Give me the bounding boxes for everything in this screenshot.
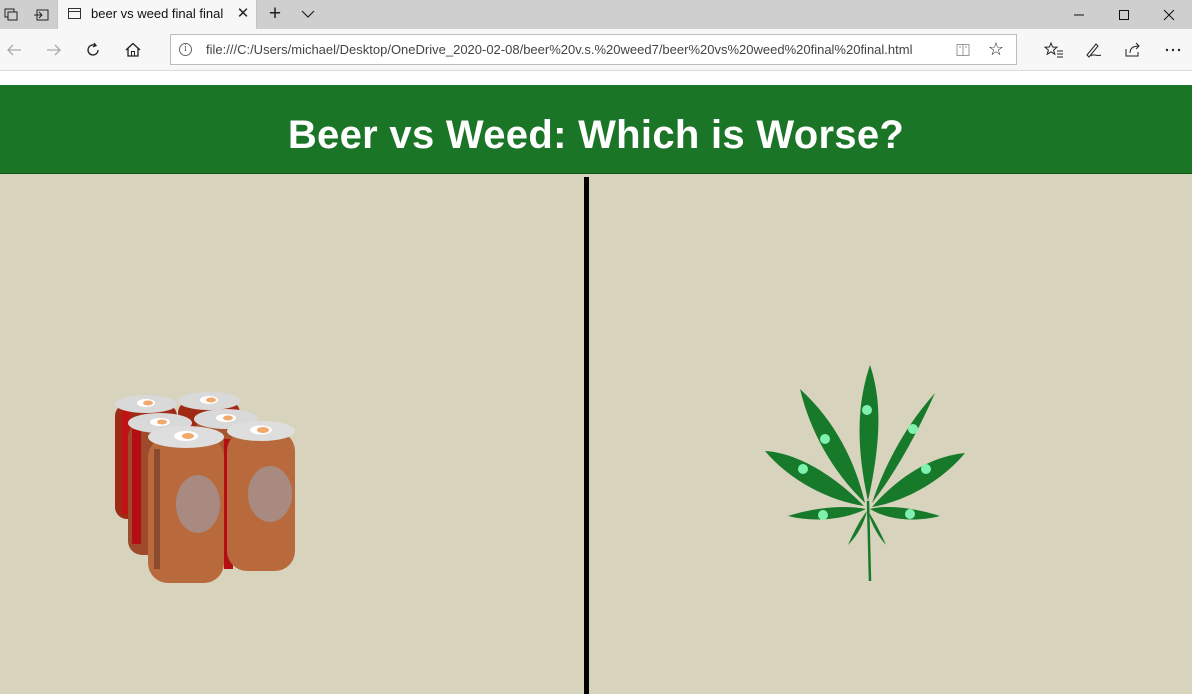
can-front-left xyxy=(148,426,224,583)
info-icon[interactable]: i xyxy=(179,43,192,56)
maximize-icon[interactable] xyxy=(1101,0,1147,29)
tab-strip: beer vs weed final final ✕ + xyxy=(0,0,1192,29)
tab-active[interactable]: beer vs weed final final ✕ xyxy=(57,0,257,29)
title-banner: Beer vs Weed: Which is Worse? xyxy=(0,85,1192,174)
cannabis-leaf-image xyxy=(760,361,970,586)
reading-view-icon[interactable] xyxy=(956,43,970,57)
set-aside-icon[interactable] xyxy=(30,4,52,26)
page-content: Beer vs Weed: Which is Worse? xyxy=(0,71,1192,694)
refresh-icon[interactable] xyxy=(82,39,104,61)
navigation-bar: i file:///C:/Users/michael/Desktop/OneDr… xyxy=(0,29,1192,71)
url-text[interactable]: file:///C:/Users/michael/Desktop/OneDriv… xyxy=(206,42,912,57)
leaflet-low-right xyxy=(870,507,940,520)
share-icon[interactable] xyxy=(1122,39,1144,61)
page-title: Beer vs Weed: Which is Worse? xyxy=(287,113,905,157)
divider-line xyxy=(584,177,589,694)
can-front-right xyxy=(227,421,295,571)
top-gap xyxy=(0,71,1192,85)
favorites-icon[interactable] xyxy=(1043,39,1065,61)
more-icon[interactable] xyxy=(1162,39,1184,61)
minimize-icon[interactable] xyxy=(1056,0,1102,29)
star-icon[interactable]: ☆ xyxy=(986,39,1006,59)
home-icon[interactable] xyxy=(122,39,144,61)
new-tab-icon[interactable]: + xyxy=(264,3,286,25)
forward-icon[interactable] xyxy=(43,39,65,61)
tab-title: beer vs weed final final xyxy=(91,6,224,21)
tab-preview-icon[interactable] xyxy=(0,4,22,26)
beer-six-pack-image xyxy=(110,389,300,589)
address-bar[interactable]: i file:///C:/Users/michael/Desktop/OneDr… xyxy=(170,34,1017,65)
leaflet-center xyxy=(859,365,879,501)
back-icon[interactable] xyxy=(3,39,25,61)
chevron-down-icon[interactable] xyxy=(298,4,318,24)
close-icon[interactable]: ✕ xyxy=(234,5,252,23)
page-icon xyxy=(68,8,81,19)
pen-icon[interactable] xyxy=(1083,39,1105,61)
close-window-icon[interactable] xyxy=(1146,0,1192,29)
